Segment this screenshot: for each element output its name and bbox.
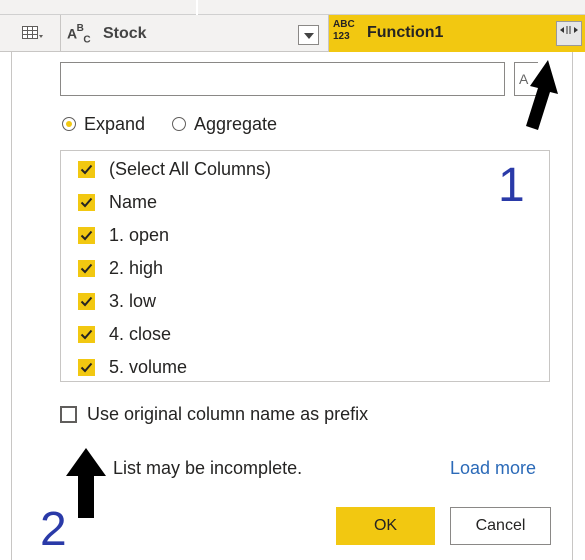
strip-separator xyxy=(196,0,198,15)
column-header-function1[interactable]: ABC 123 Function1 xyxy=(328,15,585,52)
list-item-label: Name xyxy=(109,191,158,212)
list-item[interactable]: 4. close xyxy=(78,322,171,346)
list-incomplete-notice: List may be incomplete. xyxy=(113,458,303,478)
annotation-arrow-icon xyxy=(526,60,558,130)
radio-unselected-icon[interactable] xyxy=(172,117,186,131)
expand-columns-icon[interactable] xyxy=(556,21,582,46)
list-item-label: 1. open xyxy=(109,224,170,245)
annotation-number-2: 2 xyxy=(40,503,67,556)
list-item[interactable]: (Select All Columns) xyxy=(78,157,271,181)
radio-expand[interactable]: Expand xyxy=(62,113,145,135)
checkbox-checked-icon[interactable] xyxy=(78,160,95,178)
radio-aggregate[interactable]: Aggregate xyxy=(172,113,277,135)
annotation-arrow-icon xyxy=(66,448,106,518)
any-type-icon[interactable]: ABC 123 xyxy=(333,19,355,43)
column-name-stock: Stock xyxy=(103,25,147,42)
chevron-down-icon xyxy=(304,33,314,39)
checkbox-unchecked-icon[interactable] xyxy=(60,405,77,423)
list-item[interactable]: 2. high xyxy=(78,256,163,280)
list-item-label: 4. close xyxy=(109,323,172,344)
search-columns-input[interactable] xyxy=(60,62,505,96)
prefix-checkbox-row[interactable]: Use original column name as prefix xyxy=(60,402,368,426)
list-item-label: (Select All Columns) xyxy=(109,158,272,179)
text-type-icon[interactable]: ABC xyxy=(67,23,91,45)
list-item-label: 2. high xyxy=(109,257,164,278)
list-item-label: 5. volume xyxy=(109,356,188,377)
list-item[interactable]: 1. open xyxy=(78,223,169,247)
column-header-stock[interactable]: ABC Stock xyxy=(60,15,328,52)
prefix-label: Use original column name as prefix xyxy=(87,403,369,424)
list-item[interactable]: Name xyxy=(78,190,157,214)
checkbox-checked-icon[interactable] xyxy=(78,358,95,376)
top-strip xyxy=(0,0,585,15)
radio-expand-label: Expand xyxy=(84,113,146,134)
radio-aggregate-label: Aggregate xyxy=(194,113,278,134)
cancel-button[interactable]: Cancel xyxy=(450,507,551,545)
list-item-label: 3. low xyxy=(109,290,157,311)
checkbox-checked-icon[interactable] xyxy=(78,292,95,310)
ok-button[interactable]: OK xyxy=(336,507,435,545)
checkbox-checked-icon[interactable] xyxy=(78,259,95,277)
annotation-number-1: 1 xyxy=(498,159,525,212)
list-item[interactable]: 3. low xyxy=(78,289,156,313)
list-item[interactable]: 5. volume xyxy=(78,355,187,379)
checkbox-checked-icon[interactable] xyxy=(78,226,95,244)
column-list[interactable]: (Select All Columns) Name 1. open 2. hig… xyxy=(60,150,550,382)
checkbox-checked-icon[interactable] xyxy=(78,325,95,343)
load-more-link[interactable]: Load more xyxy=(450,458,536,479)
column-name-function1: Function1 xyxy=(367,24,444,41)
table-icon[interactable] xyxy=(22,26,43,41)
checkbox-checked-icon[interactable] xyxy=(78,193,95,211)
column-filter-dropdown-button[interactable] xyxy=(298,25,319,45)
radio-selected-icon[interactable] xyxy=(62,117,76,131)
